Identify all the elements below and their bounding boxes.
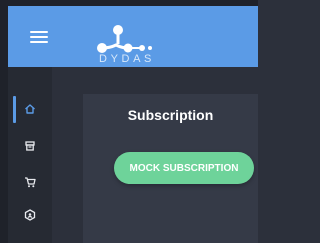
sidebar-item-cart[interactable] <box>8 167 52 197</box>
archive-icon <box>25 141 35 151</box>
sidebar-item-home[interactable] <box>8 94 52 124</box>
subscription-card: Subscription MOCK SUBSCRIPTION <box>83 94 258 243</box>
cart-icon <box>25 177 36 188</box>
brand-logo: DYDAS <box>90 20 164 66</box>
mock-subscription-button[interactable]: MOCK SUBSCRIPTION <box>114 152 254 184</box>
main-content: Subscription MOCK SUBSCRIPTION <box>52 67 258 243</box>
sidebar-item-badge[interactable] <box>8 200 52 230</box>
hamburger-menu-icon[interactable] <box>30 31 48 45</box>
home-icon <box>25 104 35 114</box>
logo-mark-icon <box>97 25 152 53</box>
sidebar-item-archive[interactable] <box>8 131 52 161</box>
top-bar: DYDAS <box>8 6 258 67</box>
badge-icon <box>24 209 36 221</box>
card-title: Subscription <box>127 107 214 123</box>
brand-name: DYDAS <box>99 53 155 65</box>
sidebar <box>8 67 52 243</box>
